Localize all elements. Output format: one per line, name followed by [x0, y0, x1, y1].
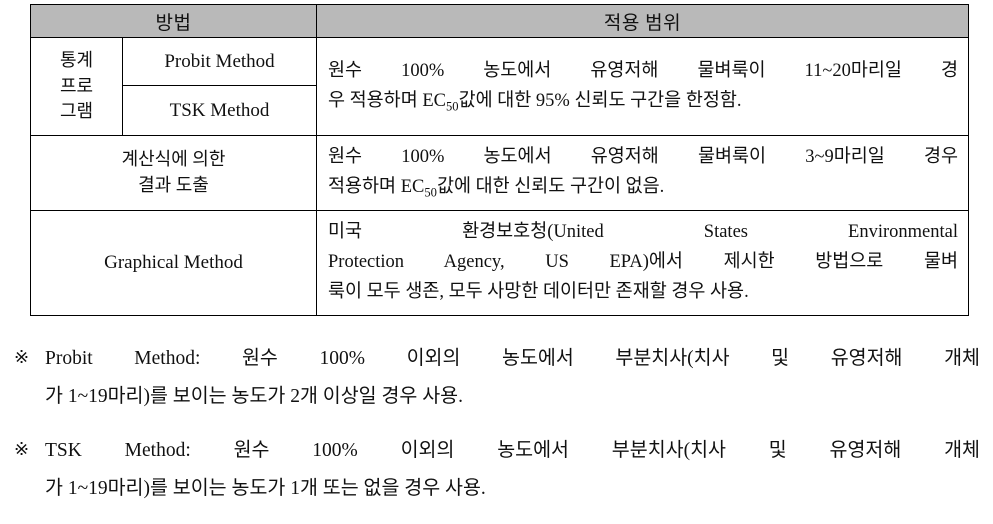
column-header-scope-label: 적용 범위 [603, 12, 682, 34]
cell-scope-graphical: 미국 환경보호청(United States Environmental Pro… [316, 209, 969, 316]
statistical-program-line-3: 그램 [59, 101, 94, 122]
scope-line-part-a: 적용하며 EC [328, 176, 425, 197]
method-scope-table: 방법 적용 범위 통계 프로 그램 Probit Method 원수 100% … [30, 4, 969, 316]
scope-line: Protection Agency, US EPA)에서 제시한 방법으로 물벼 [328, 251, 958, 272]
table-row: 통계 프로 그램 Probit Method 원수 100% 농도에서 유영저해… [30, 37, 969, 136]
table-header-row: 방법 적용 범위 [30, 4, 969, 38]
scope-line-part-b: 값에 대한 신뢰도 구간이 없음. [436, 176, 665, 197]
ec50-subscript: 50 [424, 185, 437, 200]
footnote-probit-line-2: 가 1~19마리)를 보이는 농도가 2개 이상일 경우 사용. [45, 386, 463, 408]
column-header-scope: 적용 범위 [316, 4, 969, 38]
table-row: Graphical Method 미국 환경보호청(United States … [30, 209, 969, 316]
footnotes: ※ Probit Method: 원수 100% 이외의 농도에서 부분치사(치… [12, 340, 980, 524]
ec50-subscript: 50 [446, 99, 459, 114]
footnote-tsk-line-2: 가 1~19마리)를 보이는 농도가 1개 또는 없을 경우 사용. [45, 478, 486, 500]
column-header-method: 방법 [30, 4, 317, 38]
cell-method-formula: 계산식에 의한 결과 도출 [30, 135, 317, 211]
footnote-tsk-line-1: TSK Method: 원수 100% 이외의 농도에서 부분치사(치사 및 유… [45, 440, 980, 462]
column-header-method-label: 방법 [155, 12, 192, 34]
formula-method-line-2: 결과 도출 [138, 174, 209, 195]
statistical-program-label: 통계 프로 그램 [31, 45, 122, 128]
footnote-probit: ※ Probit Method: 원수 100% 이외의 농도에서 부분치사(치… [12, 340, 980, 416]
scope-line: 룩이 모두 생존, 모두 사망한 데이터만 존재할 경우 사용. [328, 281, 749, 302]
cell-method-tsk: TSK Method [122, 85, 317, 136]
scope-line-part-b: 값에 대한 95% 신뢰도 구간을 한정함. [458, 90, 742, 111]
scope-line-part-a: 우 적용하며 EC [328, 90, 446, 111]
cell-statistical-program-group: 통계 프로 그램 [30, 37, 123, 136]
cell-method-probit: Probit Method [122, 37, 317, 86]
scope-line: 원수 100% 농도에서 유영저해 물벼룩이 3~9마리일 경우 [328, 147, 958, 167]
statistical-program-line-2: 프로 [59, 75, 94, 96]
scope-text-statistical: 원수 100% 농도에서 유영저해 물벼룩이 11~20마리일 경 우 적용하며… [317, 50, 968, 124]
footnote-tsk: ※ TSK Method: 원수 100% 이외의 농도에서 부분치사(치사 및… [12, 432, 980, 508]
scope-text-graphical: 미국 환경보호청(United States Environmental Pro… [317, 211, 968, 315]
reference-mark-icon: ※ [14, 439, 30, 460]
formula-method-line-1: 계산식에 의한 [121, 149, 226, 170]
cell-scope-statistical: 원수 100% 농도에서 유영저해 물벼룩이 11~20마리일 경 우 적용하며… [316, 37, 969, 136]
reference-mark-icon: ※ [14, 347, 30, 367]
footnote-probit-line-1: Probit Method: 원수 100% 이외의 농도에서 부분치사(치사 … [45, 348, 980, 369]
formula-method-label: 계산식에 의한 결과 도출 [31, 144, 316, 201]
scope-line: 미국 환경보호청(United States Environmental [328, 221, 958, 242]
cell-scope-formula: 원수 100% 농도에서 유영저해 물벼룩이 3~9마리일 경우 적용하며 EC… [316, 135, 969, 211]
scope-text-formula: 원수 100% 농도에서 유영저해 물벼룩이 3~9마리일 경우 적용하며 EC… [317, 136, 968, 210]
document-page: 방법 적용 범위 통계 프로 그램 Probit Method 원수 100% … [0, 0, 993, 507]
scope-line: 원수 100% 농도에서 유영저해 물벼룩이 11~20마리일 경 [328, 60, 958, 81]
statistical-program-line-1: 통계 [59, 50, 94, 71]
scope-line: 적용하며 EC50값에 대한 신뢰도 구간이 없음. [328, 173, 958, 203]
scope-line: 우 적용하며 EC50값에 대한 95% 신뢰도 구간을 한정함. [328, 87, 958, 117]
table-row: 계산식에 의한 결과 도출 원수 100% 농도에서 유영저해 물벼룩이 3~9… [30, 135, 969, 211]
cell-method-graphical: Graphical Method [30, 209, 317, 316]
method-scope-table-container: 방법 적용 범위 통계 프로 그램 Probit Method 원수 100% … [30, 4, 969, 316]
